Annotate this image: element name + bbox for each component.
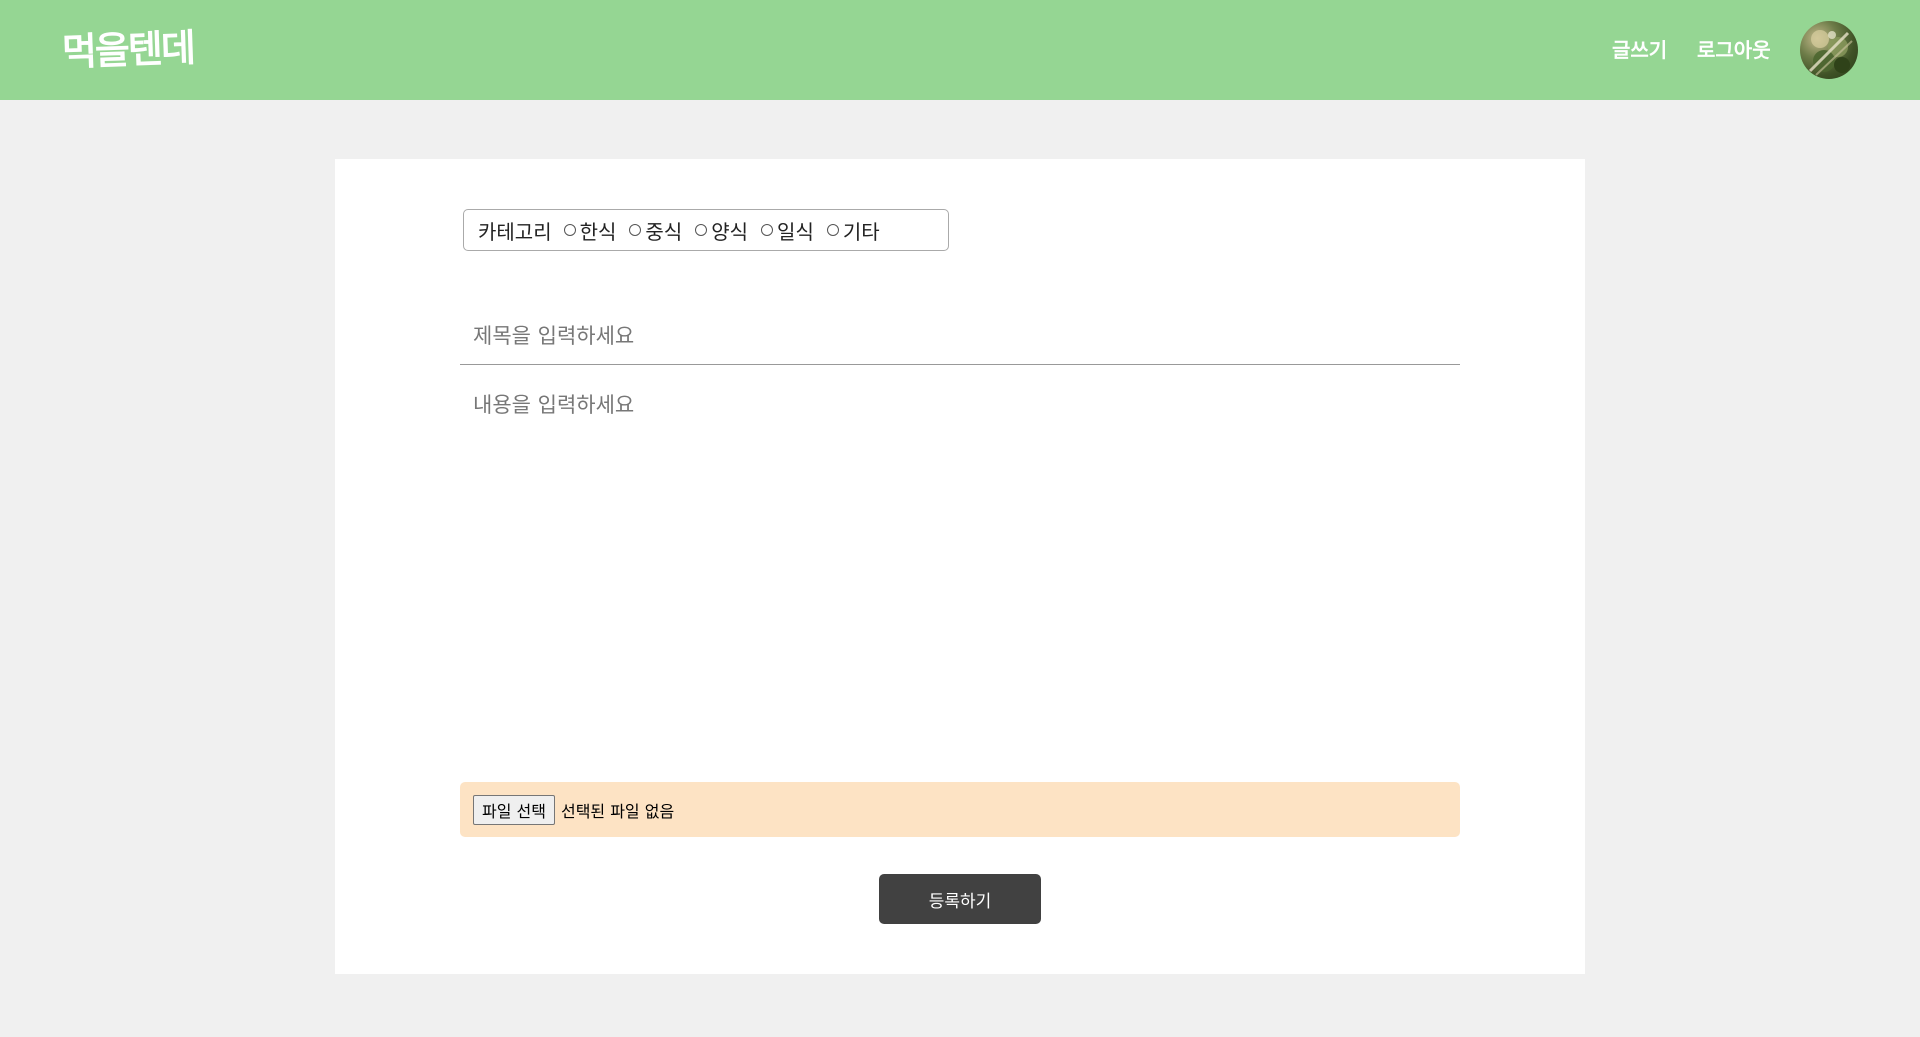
category-option-label: 기타 bbox=[842, 219, 880, 244]
header: 먹을텐데 글쓰기 로그아웃 bbox=[0, 0, 1920, 100]
file-upload-area: 파일 선택 선택된 파일 없음 bbox=[460, 782, 1460, 837]
category-option-label: 한식 bbox=[579, 219, 617, 244]
logout-link[interactable]: 로그아웃 bbox=[1697, 37, 1771, 63]
radio-circle-icon[interactable] bbox=[826, 224, 839, 236]
content-textarea[interactable] bbox=[460, 379, 1460, 769]
category-selector: 카테고리 한식 중식 양식 일식 기타 bbox=[463, 209, 949, 251]
radio-circle-icon[interactable] bbox=[563, 224, 576, 236]
category-option-other[interactable]: 기타 bbox=[826, 216, 880, 245]
category-option-label: 일식 bbox=[777, 219, 814, 244]
category-option-western[interactable]: 양식 bbox=[695, 216, 748, 245]
write-link[interactable]: 글쓰기 bbox=[1612, 37, 1667, 63]
post-form-card: 카테고리 한식 중식 양식 일식 기타 파일 선택 선택된 파일 없음 등록하기 bbox=[335, 159, 1585, 974]
avatar-image bbox=[1808, 30, 1853, 76]
logo[interactable]: 먹을텐데 bbox=[61, 24, 194, 77]
category-label: 카테고리 bbox=[478, 219, 552, 244]
file-select-button[interactable]: 파일 선택 bbox=[473, 794, 555, 825]
category-option-label: 양식 bbox=[711, 219, 749, 244]
radio-circle-icon[interactable] bbox=[629, 224, 642, 236]
radio-circle-icon[interactable] bbox=[695, 224, 708, 236]
radio-circle-icon[interactable] bbox=[761, 224, 774, 236]
submit-button[interactable]: 등록하기 bbox=[879, 874, 1041, 924]
avatar[interactable] bbox=[1800, 21, 1858, 79]
category-option-japanese[interactable]: 일식 bbox=[761, 216, 814, 245]
category-option-label: 중식 bbox=[645, 219, 683, 244]
title-input[interactable] bbox=[460, 307, 1460, 365]
file-status-text: 선택된 파일 없음 bbox=[560, 801, 675, 821]
category-option-chinese[interactable]: 중식 bbox=[629, 216, 682, 245]
category-option-korean[interactable]: 한식 bbox=[563, 216, 617, 245]
